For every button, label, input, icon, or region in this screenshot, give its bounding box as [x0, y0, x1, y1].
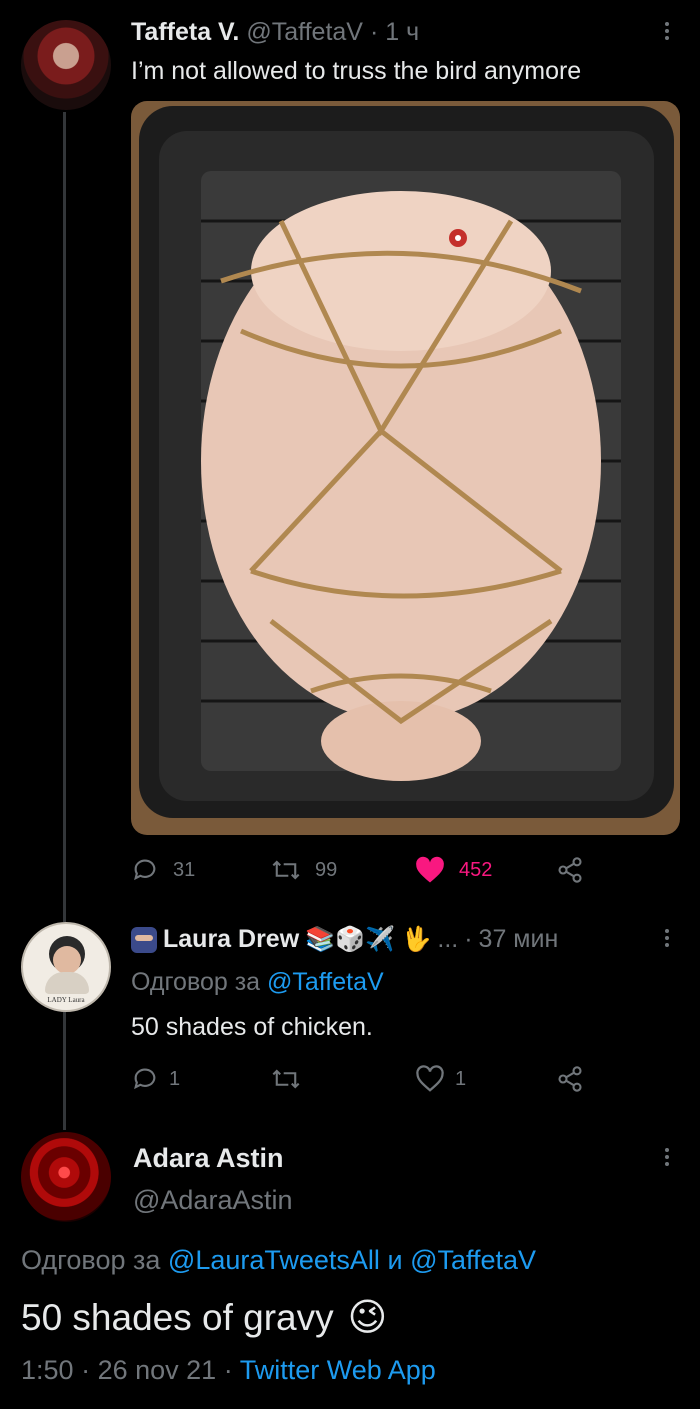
retweet-button[interactable]	[271, 1065, 315, 1093]
reply-button[interactable]: 1	[131, 1065, 180, 1093]
timestamp[interactable]: 1 ч	[385, 18, 419, 46]
handle[interactable]: @AdaraAstin	[133, 1185, 292, 1216]
thread-line	[63, 112, 66, 922]
more-icon[interactable]	[665, 1148, 671, 1169]
retweet-button[interactable]: 99	[271, 856, 337, 884]
avatar[interactable]	[21, 20, 111, 110]
timestamp[interactable]: 37 мин	[479, 925, 559, 954]
like-count: 1	[455, 1067, 467, 1090]
reply-to-link[interactable]: @TaffetaV	[410, 1245, 536, 1275]
share-icon	[558, 857, 582, 883]
separator: ·	[369, 18, 379, 46]
more-icon[interactable]	[665, 22, 671, 43]
name-ellipsis: ...	[437, 925, 459, 953]
avatar[interactable]: LADY Laura	[21, 922, 111, 1012]
reply-conjunction: и	[387, 1245, 403, 1275]
reply-button[interactable]: 31	[131, 856, 195, 884]
separator: ·	[81, 1355, 91, 1385]
wink-emoji: 😉	[347, 1297, 388, 1339]
heart-filled-icon	[416, 856, 444, 883]
reply-icon	[134, 1068, 156, 1090]
like-button[interactable]: 1	[415, 1065, 466, 1093]
share-icon	[558, 1066, 582, 1092]
display-name[interactable]: Adara Astin	[133, 1143, 284, 1174]
reply-to-link[interactable]: @LauraTweetsAll	[168, 1245, 380, 1275]
share-button[interactable]	[556, 1065, 584, 1093]
like-button[interactable]: 452	[415, 856, 492, 884]
reply-icon	[134, 859, 156, 881]
retweet-icon	[272, 860, 300, 880]
tweet-time[interactable]: 1:50	[21, 1355, 74, 1385]
ninja-emoji-icon	[131, 926, 157, 953]
heart-icon	[416, 1065, 444, 1092]
handle[interactable]: @TaffetaV	[246, 18, 363, 46]
share-button[interactable]	[556, 856, 584, 884]
display-name[interactable]: Taffeta V.	[131, 18, 239, 46]
retweet-icon	[272, 1069, 300, 1089]
separator: ·	[223, 1355, 233, 1385]
thread-line	[63, 1005, 66, 1130]
separator: ·	[464, 925, 473, 953]
reply-prefix: Одговор за	[21, 1245, 161, 1275]
tweet-text: 50 shades of chicken.	[131, 1013, 373, 1041]
name-emoji: 📚🎲✈️ 🖖	[305, 926, 432, 953]
more-icon[interactable]	[665, 929, 671, 950]
tweet-date[interactable]: 26 nov 21	[98, 1355, 217, 1385]
reply-to-link[interactable]: @TaffetaV	[267, 968, 384, 996]
like-count: 452	[459, 858, 493, 881]
tweet-text: 50 shades of gravy	[21, 1296, 334, 1338]
tweet-photo[interactable]	[131, 101, 680, 835]
avatar-caption: LADY Laura	[47, 996, 85, 1004]
tweet-text: I’m not allowed to truss the bird anymor…	[131, 57, 582, 85]
source-link[interactable]: Twitter Web App	[240, 1355, 436, 1385]
reply-prefix: Одговор за	[131, 968, 261, 996]
avatar[interactable]	[21, 1132, 111, 1222]
retweet-count: 99	[315, 858, 338, 881]
reply-count: 1	[169, 1067, 181, 1090]
reply-count: 31	[173, 858, 196, 881]
display-name[interactable]: Laura Drew	[163, 925, 299, 954]
